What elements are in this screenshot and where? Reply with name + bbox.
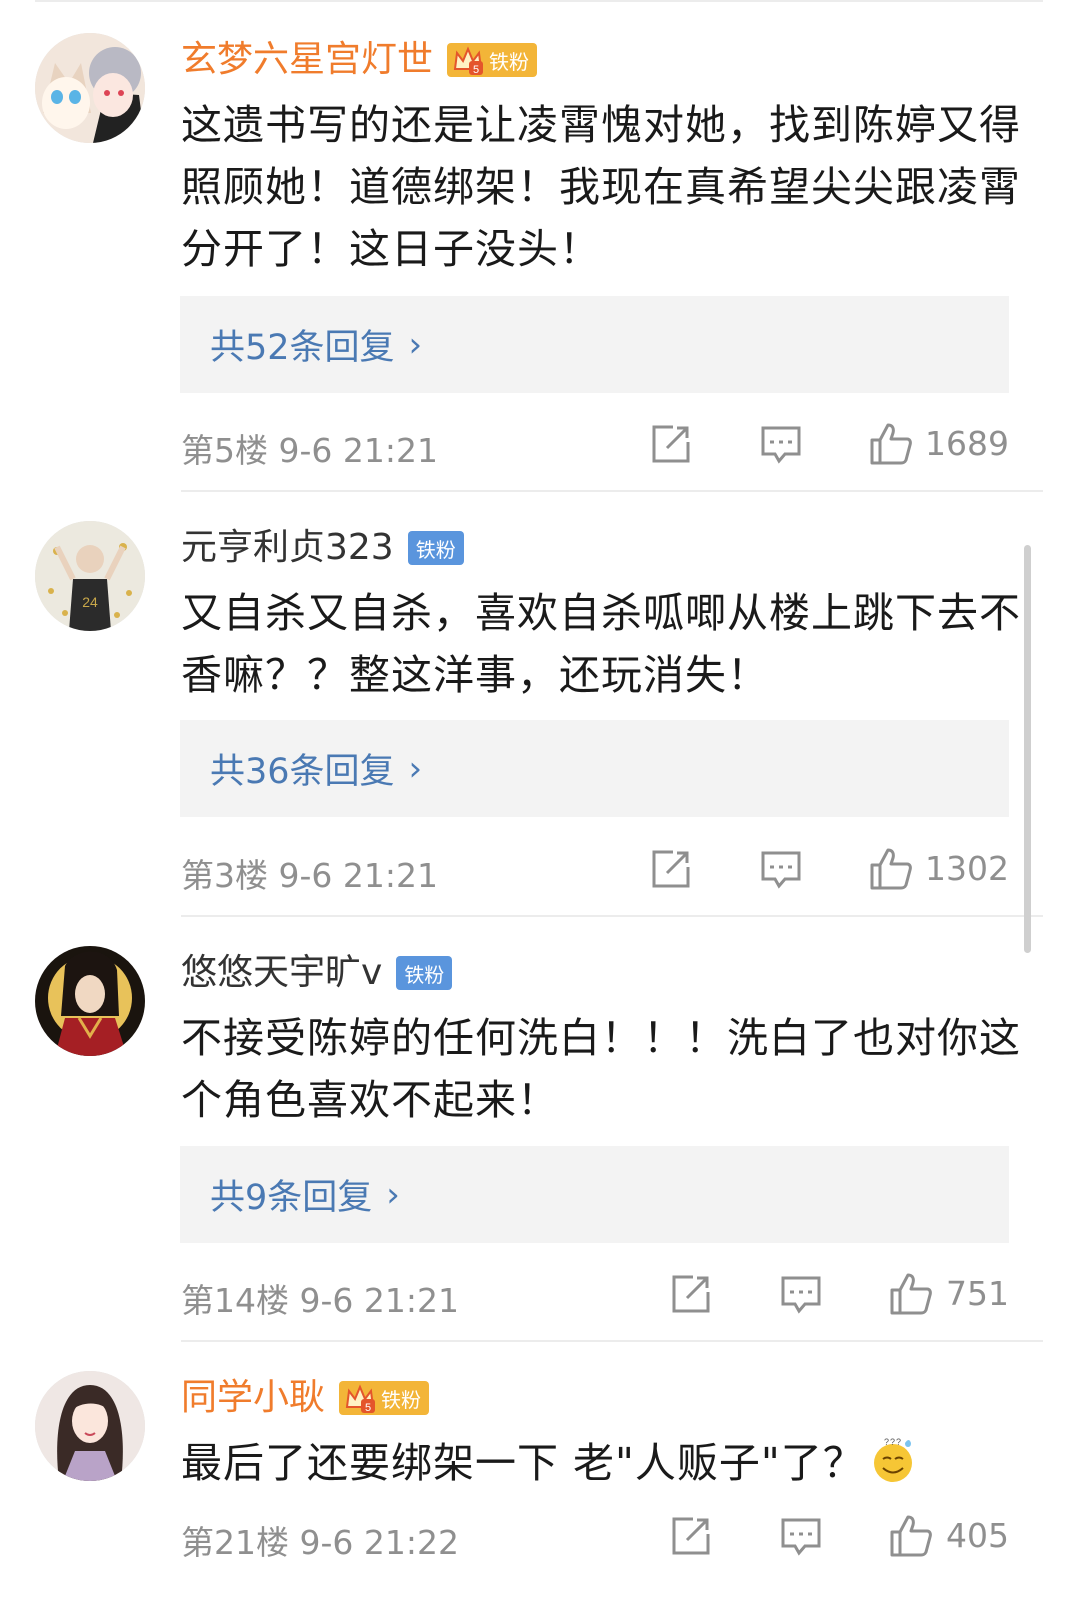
username[interactable]: 同学小耿 (181, 1375, 325, 1421)
reply-count: 共52条回复 (210, 328, 395, 368)
comment-text: 最后了还要绑架一下 老"人贩子"了？ ??? (181, 1432, 1021, 1494)
badge-label: 铁粉 (381, 1387, 422, 1412)
svg-text:5: 5 (365, 1402, 371, 1414)
timestamp: 9-6 21:21 (278, 856, 439, 895)
scrollbar[interactable] (1024, 545, 1031, 953)
reply-count: 共9条回复 (210, 1178, 373, 1218)
crown-icon: 5 (451, 43, 485, 77)
share-icon[interactable] (669, 1272, 713, 1316)
user-line: 同学小耿 5 铁粉 (181, 1375, 430, 1421)
divider (181, 915, 1043, 917)
meta-row: 第21楼 9-6 21:22 405 (181, 1506, 1009, 1566)
avatar[interactable] (35, 946, 145, 1056)
comment-icon[interactable] (759, 422, 803, 466)
chevron-right-icon: › (408, 324, 423, 365)
fan-badge[interactable]: 铁粉 (407, 531, 464, 565)
floor-time: 第5楼 9-6 21:21 (181, 424, 438, 472)
divider (181, 1340, 1043, 1342)
fan-badge[interactable]: 5 铁粉 (339, 1381, 430, 1415)
floor-number: 第5楼 (181, 431, 268, 470)
comment-text: 这遗书写的还是让凌霄愧对她，找到陈婷又得照顾她！道德绑架！我现在真希望尖尖跟凌霄… (181, 101, 1021, 273)
user-line: 玄梦六星宫灯世 5 铁粉 (181, 37, 538, 83)
meta-row: 第5楼 9-6 21:21 1689 (181, 414, 1009, 474)
avatar[interactable]: 24 (35, 521, 145, 631)
like-icon[interactable] (889, 1272, 933, 1316)
floor-number: 第21楼 (181, 1523, 289, 1562)
floor-number: 第14楼 (181, 1281, 289, 1320)
svg-text:5: 5 (473, 64, 479, 76)
like-icon[interactable] (869, 422, 913, 466)
badge-label: 铁粉 (489, 49, 530, 74)
user-line: 元亨利贞323 铁粉 (181, 525, 464, 571)
comment-text: 又自杀又自杀，喜欢自杀呱唧从楼上跳下去不香嘛？？整这洋事，还玩消失！ (181, 589, 1021, 699)
fan-badge[interactable]: 5 铁粉 (447, 43, 538, 77)
chevron-right-icon: › (408, 748, 423, 789)
comment-icon[interactable] (779, 1514, 823, 1558)
like-count: 1302 (925, 849, 1009, 888)
svg-text:???: ??? (884, 1437, 902, 1447)
like-icon[interactable] (869, 847, 913, 891)
timestamp: 9-6 21:21 (299, 1281, 460, 1320)
avatar[interactable] (35, 33, 145, 143)
view-replies-button[interactable]: 共36条回复 › (180, 720, 1009, 817)
chevron-right-icon: › (386, 1174, 400, 1215)
divider (181, 490, 1043, 492)
share-icon[interactable] (669, 1514, 713, 1558)
top-divider (35, 0, 1043, 2)
floor-time: 第21楼 9-6 21:22 (181, 1516, 459, 1564)
reply-count: 共36条回复 (210, 752, 395, 792)
view-replies-button[interactable]: 共9条回复 › (180, 1146, 1009, 1243)
sweat-smile-emoji-icon: ??? (873, 1437, 912, 1482)
floor-number: 第3楼 (181, 856, 268, 895)
comment-icon[interactable] (779, 1272, 823, 1316)
comment-icon[interactable] (759, 847, 803, 891)
like-count: 751 (946, 1274, 1009, 1313)
floor-time: 第14楼 9-6 21:21 (181, 1274, 459, 1322)
username[interactable]: 元亨利贞323 (181, 525, 394, 571)
user-line: 悠悠天宇旷v 铁粉 (181, 950, 453, 996)
avatar[interactable] (35, 1371, 145, 1481)
username[interactable]: 悠悠天宇旷v (181, 950, 382, 996)
fan-badge[interactable]: 铁粉 (396, 956, 453, 990)
crown-icon: 5 (343, 1381, 377, 1415)
timestamp: 9-6 21:22 (299, 1523, 460, 1562)
meta-row: 第14楼 9-6 21:21 751 (181, 1264, 1009, 1324)
timestamp: 9-6 21:21 (278, 431, 439, 470)
like-icon[interactable] (889, 1514, 933, 1558)
floor-time: 第3楼 9-6 21:21 (181, 849, 438, 897)
like-count: 405 (946, 1516, 1009, 1555)
like-count: 1689 (925, 424, 1009, 463)
comment-text-content: 最后了还要绑架一下 老"人贩子"了？ (181, 1439, 865, 1487)
username[interactable]: 玄梦六星宫灯世 (181, 37, 433, 83)
view-replies-button[interactable]: 共52条回复 › (180, 296, 1009, 393)
svg-text:24: 24 (82, 594, 98, 610)
meta-row: 第3楼 9-6 21:21 1302 (181, 839, 1009, 899)
share-icon[interactable] (649, 847, 693, 891)
comment-text: 不接受陈婷的任何洗白！！！洗白了也对你这个角色喜欢不起来！ (181, 1014, 1021, 1124)
share-icon[interactable] (649, 422, 693, 466)
